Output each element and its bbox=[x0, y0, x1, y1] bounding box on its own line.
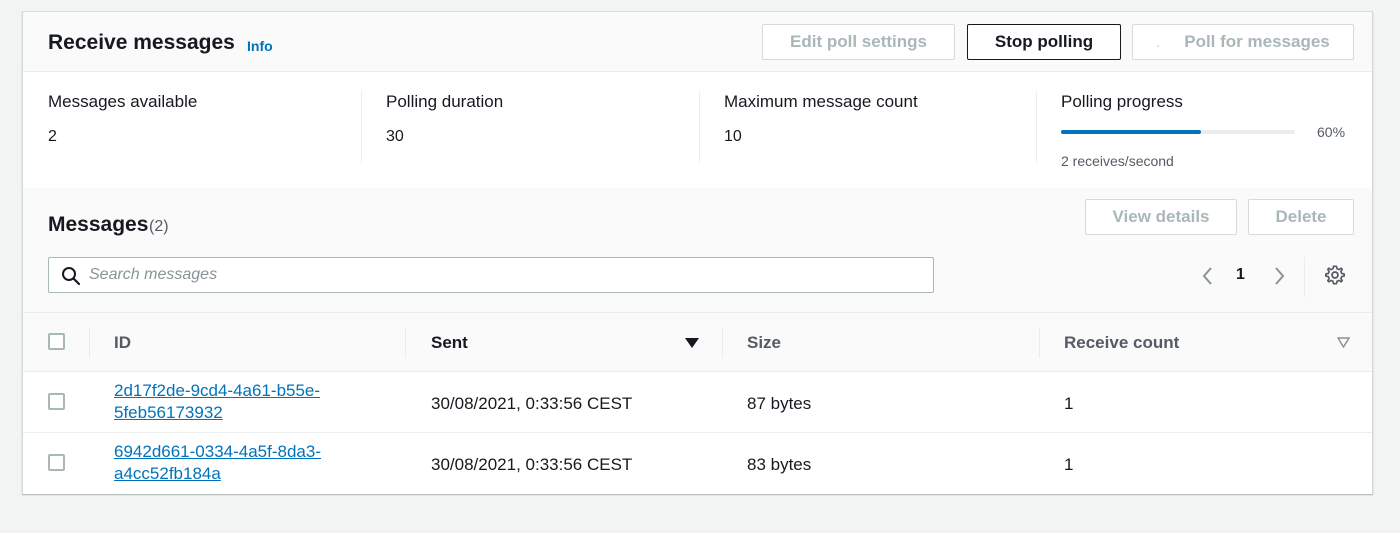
stat-label: Polling progress bbox=[1061, 92, 1183, 111]
poll-for-messages-label: Poll for messages bbox=[1184, 32, 1330, 51]
stat-polling-duration: Polling duration 30 bbox=[386, 92, 686, 164]
polling-progress-fill bbox=[1061, 130, 1202, 134]
row-checkbox[interactable] bbox=[48, 393, 65, 410]
stat-divider bbox=[699, 91, 700, 163]
edit-poll-settings-button[interactable]: Edit poll settings bbox=[762, 24, 955, 60]
stat-value: 2 bbox=[48, 128, 57, 145]
stat-label: Maximum message count bbox=[724, 92, 918, 111]
stat-value: 10 bbox=[724, 128, 742, 145]
delete-label: Delete bbox=[1275, 207, 1327, 226]
messages-count: (2) bbox=[149, 218, 169, 235]
stat-label: Polling duration bbox=[386, 92, 504, 111]
poll-for-messages-button[interactable]: ˏ Poll for messages bbox=[1132, 24, 1354, 60]
panel-header: Receive messages Info Edit poll settings… bbox=[23, 12, 1372, 72]
view-details-button[interactable]: View details bbox=[1085, 199, 1237, 235]
sort-descending-icon[interactable] bbox=[685, 337, 699, 349]
column-divider bbox=[1039, 328, 1040, 358]
messages-section: Messages (2) View details Delete 1 bbox=[23, 188, 1372, 312]
stop-polling-label: Stop polling bbox=[994, 32, 1094, 51]
sent-cell: 30/08/2021, 0:33:56 CEST bbox=[431, 394, 633, 413]
message-id-line[interactable]: 5feb56173932 bbox=[114, 402, 320, 424]
message-id-link[interactable]: 6942d661-0334-4a5f-8da3- a4cc52fb184a bbox=[114, 441, 321, 485]
table-header: ID Sent Size Receive count bbox=[23, 312, 1372, 372]
message-id-line[interactable]: a4cc52fb184a bbox=[114, 463, 321, 485]
message-id-link[interactable]: 2d17f2de-9cd4-4a61-b55e- 5feb56173932 bbox=[114, 380, 320, 424]
stat-label: Messages available bbox=[48, 92, 198, 111]
polling-progress-bar bbox=[1061, 130, 1295, 134]
column-header-sent[interactable]: Sent bbox=[431, 333, 468, 353]
search-box bbox=[48, 257, 934, 293]
search-input[interactable] bbox=[89, 258, 919, 292]
column-header-receive-count[interactable]: Receive count bbox=[1064, 333, 1179, 353]
stat-max-message-count: Maximum message count 10 bbox=[724, 92, 1024, 164]
stat-messages-available: Messages available 2 bbox=[48, 92, 348, 164]
table-row: 2d17f2de-9cd4-4a61-b55e- 5feb56173932 30… bbox=[23, 372, 1372, 433]
column-divider bbox=[722, 328, 723, 358]
sent-cell: 30/08/2021, 0:33:56 CEST bbox=[431, 455, 633, 474]
stat-divider bbox=[361, 91, 362, 163]
sort-icon[interactable] bbox=[1337, 337, 1350, 348]
polling-progress-desc: 2 receives/second bbox=[1061, 153, 1174, 169]
edit-poll-settings-label: Edit poll settings bbox=[790, 32, 927, 51]
polling-stats: Messages available 2 Polling duration 30… bbox=[23, 72, 1372, 188]
stat-value: 30 bbox=[386, 128, 404, 145]
select-all-checkbox[interactable] bbox=[48, 333, 65, 350]
search-icon bbox=[62, 267, 81, 286]
size-cell: 83 bytes bbox=[747, 455, 812, 474]
chevron-right-icon[interactable] bbox=[1271, 266, 1287, 286]
column-header-id[interactable]: ID bbox=[114, 333, 131, 353]
messages-title: Messages bbox=[48, 213, 149, 236]
stat-polling-progress: Polling progress 60% 2 receives/second bbox=[1061, 92, 1361, 169]
size-cell: 87 bytes bbox=[747, 394, 812, 413]
gear-icon[interactable] bbox=[1324, 264, 1346, 286]
view-details-label: View details bbox=[1112, 207, 1210, 226]
column-divider bbox=[89, 328, 90, 358]
page-number[interactable]: 1 bbox=[1236, 266, 1245, 284]
message-id-line[interactable]: 2d17f2de-9cd4-4a61-b55e- bbox=[114, 380, 320, 402]
receive-messages-panel: Receive messages Info Edit poll settings… bbox=[22, 11, 1373, 494]
receive-count-cell: 1 bbox=[1064, 394, 1074, 413]
table-row: 6942d661-0334-4a5f-8da3- a4cc52fb184a 30… bbox=[23, 433, 1372, 494]
chevron-left-icon[interactable] bbox=[1200, 266, 1216, 286]
spinner-icon: ˏ bbox=[1156, 36, 1160, 48]
page-title: Receive messages bbox=[48, 31, 235, 54]
message-id-line[interactable]: 6942d661-0334-4a5f-8da3- bbox=[114, 441, 321, 463]
stat-divider bbox=[1036, 91, 1037, 163]
info-link[interactable]: Info bbox=[247, 38, 273, 54]
column-header-size[interactable]: Size bbox=[747, 333, 781, 353]
row-checkbox[interactable] bbox=[48, 454, 65, 471]
pager-divider bbox=[1304, 257, 1305, 297]
delete-button[interactable]: Delete bbox=[1248, 199, 1354, 235]
polling-progress-percent: 60% bbox=[1317, 124, 1346, 140]
column-divider bbox=[405, 328, 406, 358]
stop-polling-button[interactable]: Stop polling bbox=[967, 24, 1121, 60]
receive-count-cell: 1 bbox=[1064, 455, 1074, 474]
